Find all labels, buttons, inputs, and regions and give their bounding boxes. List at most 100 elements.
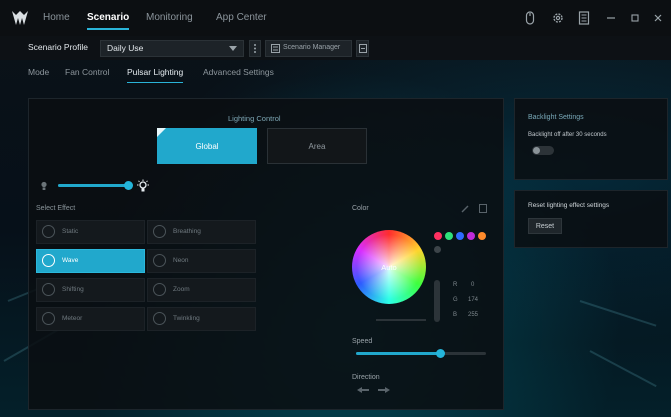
bg-streak bbox=[579, 300, 657, 327]
tab-pulsar-lighting[interactable]: Pulsar Lighting bbox=[127, 67, 184, 83]
direction-label: Direction bbox=[352, 374, 380, 381]
global-label: Global bbox=[195, 141, 219, 151]
brightness-high-icon bbox=[137, 179, 149, 192]
gear-icon[interactable] bbox=[551, 11, 565, 25]
wave-effect-icon bbox=[42, 254, 55, 267]
speed-slider-knob[interactable] bbox=[436, 349, 445, 358]
color-label: Color bbox=[352, 205, 369, 212]
reset-button-label: Reset bbox=[535, 222, 555, 230]
meteor-effect-icon bbox=[42, 312, 55, 325]
effect-label: Neon bbox=[173, 257, 189, 264]
color-wheel-label: Auto bbox=[381, 263, 397, 272]
corner-mark-icon bbox=[157, 128, 166, 137]
brightness-slider[interactable] bbox=[58, 181, 133, 190]
bg-streak bbox=[589, 350, 657, 388]
color-preset-swatch[interactable] bbox=[445, 232, 453, 240]
color-preset-swatch[interactable] bbox=[467, 232, 475, 240]
color-wheel[interactable]: Auto bbox=[352, 230, 426, 304]
reset-button[interactable]: Reset bbox=[528, 218, 562, 234]
toggle-knob bbox=[533, 147, 540, 154]
effect-label: Zoom bbox=[173, 286, 190, 293]
profile-selected-value: Daily Use bbox=[107, 43, 144, 53]
color-preset-swatch[interactable] bbox=[478, 232, 486, 240]
b-label: B bbox=[453, 312, 458, 318]
scenario-profile-label: Scenario Profile bbox=[28, 42, 89, 52]
effect-label: Meteor bbox=[62, 315, 83, 322]
export-button[interactable] bbox=[356, 40, 369, 57]
effect-meteor-button[interactable]: Meteor bbox=[36, 307, 145, 331]
g-label: G bbox=[453, 297, 458, 303]
zoom-effect-icon bbox=[153, 283, 166, 296]
effect-label: Breathing bbox=[173, 228, 201, 235]
mouse-icon[interactable] bbox=[523, 11, 537, 25]
maximize-icon[interactable] bbox=[628, 11, 642, 25]
scenario-manager-button[interactable]: Scenario Manager bbox=[265, 40, 352, 57]
color-preset-swatch[interactable] bbox=[456, 232, 464, 240]
area-label: Area bbox=[308, 141, 326, 151]
minimize-icon[interactable] bbox=[604, 11, 618, 25]
eyedropper-icon[interactable] bbox=[461, 204, 470, 213]
brightness-slider-fill bbox=[58, 184, 128, 187]
export-icon bbox=[359, 44, 367, 53]
color-preset-swatch[interactable] bbox=[434, 232, 442, 240]
select-effect-label: Select Effect bbox=[36, 205, 76, 212]
speed-slider-fill bbox=[356, 352, 441, 355]
shifting-effect-icon bbox=[42, 283, 55, 296]
speed-slider[interactable] bbox=[356, 349, 486, 358]
nav-home[interactable]: Home bbox=[43, 12, 70, 23]
profile-select[interactable]: Daily Use bbox=[100, 40, 244, 57]
nav-app-center[interactable]: App Center bbox=[216, 12, 267, 23]
scenario-manager-label: Scenario Manager bbox=[283, 44, 341, 51]
tab-mode[interactable]: Mode bbox=[28, 67, 49, 77]
color-intensity-slider[interactable] bbox=[434, 280, 440, 322]
backlight-toggle[interactable] bbox=[532, 146, 554, 155]
kebab-icon bbox=[254, 44, 256, 53]
hue-track[interactable] bbox=[376, 319, 426, 321]
effect-breathing-button[interactable]: Breathing bbox=[147, 220, 256, 244]
add-preset-icon[interactable] bbox=[434, 246, 441, 253]
b-value[interactable]: 255 bbox=[468, 312, 478, 318]
tab-advanced-settings[interactable]: Advanced Settings bbox=[203, 67, 274, 77]
tab-fan-control[interactable]: Fan Control bbox=[65, 67, 109, 77]
app-window: Home Scenario Monitoring App Center Scen… bbox=[0, 0, 671, 417]
effect-label: Shifting bbox=[62, 286, 84, 293]
area-button[interactable]: Area bbox=[267, 128, 367, 164]
nav-monitoring[interactable]: Monitoring bbox=[146, 12, 193, 23]
static-effect-icon bbox=[42, 225, 55, 238]
reset-settings-title: Reset lighting effect settings bbox=[528, 202, 610, 209]
effect-label: Wave bbox=[62, 257, 79, 264]
close-icon[interactable] bbox=[651, 11, 665, 25]
chevron-down-icon bbox=[229, 46, 237, 51]
effect-static-button[interactable]: Static bbox=[36, 220, 145, 244]
backlight-settings-title: Backlight Settings bbox=[528, 114, 584, 121]
arrow-left-icon[interactable] bbox=[356, 386, 370, 394]
r-value[interactable]: 0 bbox=[471, 282, 474, 288]
list-icon bbox=[271, 44, 280, 53]
effect-twinkling-button[interactable]: Twinkling bbox=[147, 307, 256, 331]
neon-effect-icon bbox=[153, 254, 166, 267]
lighting-control-title: Lighting Control bbox=[228, 114, 281, 123]
twinkling-effect-icon bbox=[153, 312, 166, 325]
document-icon[interactable] bbox=[577, 11, 591, 25]
g-value[interactable]: 174 bbox=[468, 297, 478, 303]
r-label: R bbox=[453, 282, 458, 288]
effect-neon-button[interactable]: Neon bbox=[147, 249, 256, 273]
effect-label: Static bbox=[62, 228, 79, 235]
arrow-right-icon[interactable] bbox=[377, 386, 391, 394]
backlight-settings-panel bbox=[514, 98, 668, 180]
top-nav-bar: Home Scenario Monitoring App Center bbox=[0, 0, 671, 36]
effect-wave-button[interactable]: Wave bbox=[36, 249, 145, 273]
brightness-low-icon bbox=[41, 181, 47, 190]
nav-scenario[interactable]: Scenario bbox=[87, 12, 130, 30]
brightness-slider-knob[interactable] bbox=[123, 181, 133, 190]
predator-logo-icon bbox=[12, 11, 28, 25]
speed-label: Speed bbox=[352, 338, 373, 345]
effect-shifting-button[interactable]: Shifting bbox=[36, 278, 145, 302]
info-icon[interactable] bbox=[479, 204, 487, 213]
backlight-off-text: Backlight off after 30 seconds bbox=[528, 132, 607, 138]
more-options-button[interactable] bbox=[249, 40, 261, 57]
effect-label: Twinkling bbox=[173, 315, 200, 322]
global-button[interactable]: Global bbox=[157, 128, 257, 164]
breathing-effect-icon bbox=[153, 225, 166, 238]
effect-zoom-button[interactable]: Zoom bbox=[147, 278, 256, 302]
